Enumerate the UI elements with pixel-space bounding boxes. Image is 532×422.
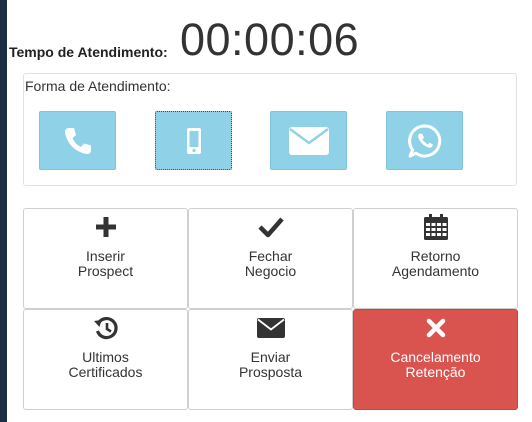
whatsapp-icon xyxy=(407,123,441,157)
send-proposal-label: Enviar Prosposta xyxy=(238,349,303,380)
close-deal-button[interactable]: Fechar Negocio xyxy=(188,208,353,309)
page-left-border xyxy=(0,0,7,422)
timer-value: 00:00:06 xyxy=(180,14,360,65)
mobile-icon xyxy=(186,127,201,154)
calendar-icon xyxy=(423,214,448,240)
phone-channel-button[interactable] xyxy=(39,111,116,170)
schedule-return-label: Retorno Agendamento xyxy=(391,248,480,279)
mobile-channel-button[interactable] xyxy=(155,111,232,170)
service-channel-panel: Forma de Atendimento: xyxy=(23,73,517,186)
insert-prospect-label: Inserir Prospect xyxy=(77,248,134,279)
panel-title: Forma de Atendimento: xyxy=(25,78,171,94)
insert-prospect-button[interactable]: Inserir Prospect xyxy=(23,208,188,309)
timer-label: Tempo de Atendimento: xyxy=(9,44,168,60)
plus-icon xyxy=(95,217,116,237)
service-timer: Tempo de Atendimento: 00:00:06 xyxy=(9,14,529,68)
whatsapp-channel-button[interactable] xyxy=(386,111,463,170)
envelope-icon xyxy=(288,126,329,155)
cancel-retention-label: Cancelamento Retenção xyxy=(390,349,481,380)
check-icon xyxy=(257,217,284,238)
send-proposal-button[interactable]: Enviar Prosposta xyxy=(188,309,353,410)
cancel-retention-button[interactable]: Cancelamento Retenção xyxy=(353,309,518,410)
latest-certificates-button[interactable]: Ultimos Certificados xyxy=(23,309,188,410)
close-deal-label: Fechar Negocio xyxy=(244,248,297,279)
email-channel-button[interactable] xyxy=(270,111,347,170)
latest-certificates-label: Ultimos Certificados xyxy=(68,349,143,380)
envelope-icon xyxy=(256,318,285,338)
history-icon xyxy=(93,316,118,340)
phone-icon xyxy=(64,127,91,154)
schedule-return-button[interactable]: Retorno Agendamento xyxy=(353,208,518,309)
close-icon xyxy=(426,318,445,338)
action-grid: Inserir Prospect Fechar Negocio Retorno … xyxy=(23,208,518,410)
